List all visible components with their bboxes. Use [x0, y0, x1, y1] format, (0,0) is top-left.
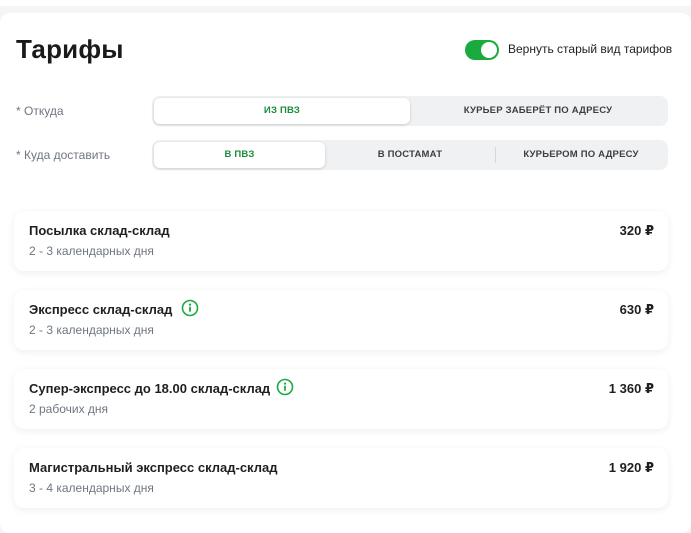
to-selector: в ПВЗ в постамат Курьером по адресу — [152, 140, 668, 170]
old-view-toggle-label: Вернуть старый вид тарифов — [508, 42, 673, 56]
tariff-name: Супер-экспресс до 18.00 склад-склад — [29, 381, 271, 396]
toggle-knob — [481, 42, 497, 58]
tariff-days: 2 рабочих дня — [29, 402, 109, 416]
tariff-card[interactable]: Магистральный экспресс склад-склад 3 - 4… — [14, 448, 668, 508]
to-label: * Куда доставить — [16, 148, 111, 162]
to-option-pvz[interactable]: в ПВЗ — [154, 142, 325, 168]
old-view-toggle[interactable] — [465, 40, 499, 60]
tariff-card[interactable]: Супер-экспресс до 18.00 склад-склад 2 ра… — [14, 369, 668, 429]
tariff-price: 630 ₽ — [619, 302, 654, 317]
tariff-price: 320 ₽ — [619, 223, 654, 238]
info-icon[interactable] — [276, 378, 294, 396]
tariff-card[interactable]: Посылка склад-склад 2 - 3 календарных дн… — [14, 211, 668, 271]
tariff-name: Магистральный экспресс склад-склад — [29, 460, 278, 475]
tariff-days: 2 - 3 календарных дня — [29, 244, 154, 258]
to-option-courier[interactable]: Курьером по адресу — [496, 142, 666, 168]
tariff-days: 2 - 3 календарных дня — [29, 323, 154, 337]
tariff-card[interactable]: Экспресс склад-склад 2 - 3 календарных д… — [14, 290, 668, 350]
top-strip — [0, 0, 691, 6]
tariff-price: 1 920 ₽ — [608, 460, 654, 475]
from-option-courier[interactable]: Курьер заберёт по адресу — [410, 98, 666, 124]
page-title: Тарифы — [16, 34, 124, 64]
from-option-pvz[interactable]: из ПВЗ — [154, 98, 410, 124]
tariff-name: Посылка склад-склад — [29, 223, 170, 238]
info-icon[interactable] — [181, 299, 199, 317]
from-selector: из ПВЗ Курьер заберёт по адресу — [152, 96, 668, 126]
tariff-days: 3 - 4 календарных дня — [29, 481, 154, 495]
tariff-price: 1 360 ₽ — [608, 381, 654, 396]
tariff-name: Экспресс склад-склад — [29, 302, 173, 317]
from-label: * Откуда — [16, 104, 64, 118]
to-option-postamat[interactable]: в постамат — [325, 142, 495, 168]
